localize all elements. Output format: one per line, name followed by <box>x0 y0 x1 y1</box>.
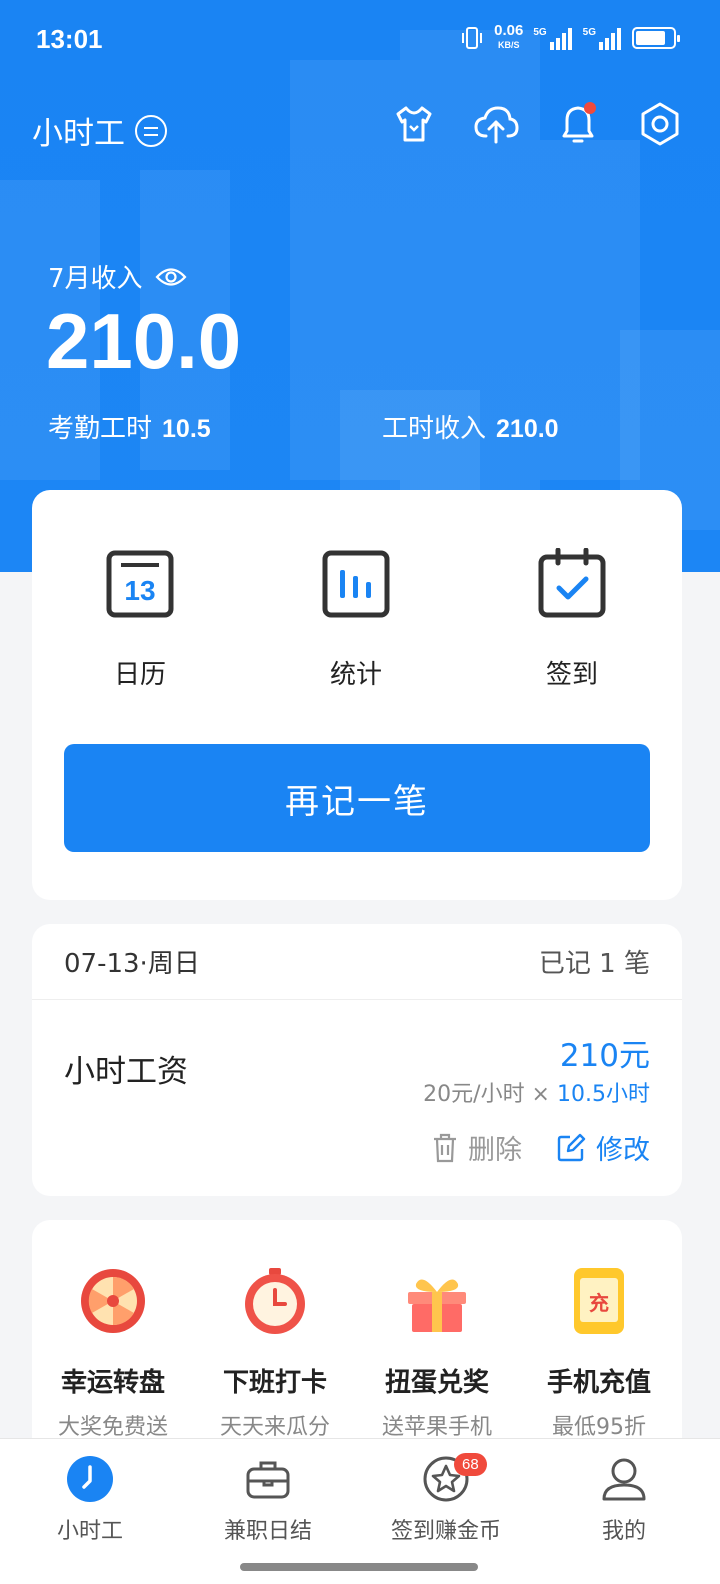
promo-subtitle: 大奖免费送 <box>57 1415 168 1440</box>
promo-title: 下班打卡 <box>222 1368 327 1398</box>
calendar-icon: 13 <box>106 550 174 618</box>
tab-label: 兼职日结 <box>223 1519 312 1544</box>
trash-icon <box>434 1133 456 1162</box>
month-income-label: 7月收入 <box>48 264 143 294</box>
promo-capsule[interactable]: 扭蛋兑奖 送苹果手机 <box>362 1266 512 1441</box>
tab-part-time[interactable]: 兼职日结 <box>178 1455 358 1545</box>
calendar-day: 13 <box>124 575 155 606</box>
edit-button[interactable]: 修改 <box>556 1128 650 1167</box>
delete-label: 删除 <box>468 1135 522 1166</box>
coin-badge: 68 <box>454 1453 487 1476</box>
promo-title: 扭蛋兑奖 <box>384 1368 489 1398</box>
promo-title: 幸运转盘 <box>60 1368 165 1398</box>
attendance-label: 考勤工时 <box>48 414 153 444</box>
briefcase-icon <box>246 1461 290 1499</box>
vibrate-icon <box>462 27 483 49</box>
tab-hourly-work[interactable]: 小时工 <box>0 1455 180 1545</box>
top-actions <box>390 100 684 148</box>
bar-chart-icon <box>322 550 390 618</box>
checkin-button[interactable]: 签到 <box>492 547 652 691</box>
status-icons: 0.06 KB/S 5G 5G <box>460 22 680 52</box>
signal-icon <box>549 27 572 50</box>
hour-income-value: 210.0 <box>496 415 559 443</box>
record-date: 07-13·周日 <box>64 949 200 979</box>
battery-icon <box>632 27 680 49</box>
calendar-button[interactable]: 13 日历 <box>60 548 220 691</box>
clock-icon <box>67 1456 113 1502</box>
delete-button[interactable]: 删除 <box>432 1128 522 1167</box>
gear-icon <box>641 102 679 146</box>
network-speed: 0.06 KB/S <box>494 22 524 52</box>
entry-name: 小时工资 <box>64 1054 188 1090</box>
promo-subtitle: 送苹果手机 <box>381 1415 492 1440</box>
entry-operations: 删除 修改 <box>432 1128 650 1167</box>
gift-icon <box>408 1279 466 1332</box>
app-switcher[interactable]: 小时工 <box>32 108 167 153</box>
signal-sim2: 5G <box>583 27 622 50</box>
promo-subtitle: 最低95折 <box>552 1415 646 1440</box>
stopwatch-icon <box>245 1268 305 1334</box>
promo-recharge[interactable]: 充 手机充值 最低95折 <box>524 1266 674 1441</box>
worked-hours: 10.5小时 <box>557 1082 650 1107</box>
month-income-amount: 210.0 <box>46 297 242 385</box>
entry-amount: 210元 <box>559 1038 650 1074</box>
skin-button[interactable] <box>390 100 438 148</box>
promo-subtitle: 天天来瓜分 <box>219 1415 330 1440</box>
statistics-label: 统计 <box>329 660 382 690</box>
calendar-label: 日历 <box>113 660 166 690</box>
promo-title: 手机充值 <box>546 1368 651 1398</box>
day-header: 07-13·周日 已记 1 笔 <box>32 924 682 1000</box>
attendance-hours: 考勤工时 10.5 <box>48 408 211 445</box>
app-title: 小时工 <box>32 116 125 152</box>
edit-icon <box>557 1133 586 1161</box>
tab-label: 小时工 <box>56 1519 123 1544</box>
calendar-check-icon <box>538 547 606 618</box>
home-indicator[interactable] <box>240 1563 478 1571</box>
attendance-value: 10.5 <box>162 415 211 443</box>
cloud-upload-icon <box>474 106 519 144</box>
hour-income-label: 工时收入 <box>382 414 487 444</box>
signal-icon <box>599 27 621 50</box>
quick-actions-card: 13 日历 统计 签到 再记一笔 <box>32 490 682 900</box>
user-icon <box>602 1458 646 1501</box>
edit-label: 修改 <box>596 1135 650 1166</box>
status-bar: 13:01 0.06 KB/S 5G 5G <box>0 0 720 80</box>
phone-recharge-icon: 充 <box>574 1268 624 1334</box>
checkin-label: 签到 <box>545 660 598 690</box>
cloud-sync-button[interactable] <box>472 100 520 148</box>
statistics-button[interactable]: 统计 <box>276 548 436 691</box>
day-record-card: 07-13·周日 已记 1 笔 小时工资 210元 20元/小时 × 10.5小… <box>32 924 682 1196</box>
tab-label: 签到赚金币 <box>390 1519 501 1544</box>
tab-checkin-coins[interactable]: 68 签到赚金币 <box>356 1453 536 1545</box>
tab-label: 我的 <box>601 1519 646 1544</box>
sim2-label: 5G <box>582 26 596 38</box>
promo-clock-out[interactable]: 下班打卡 天天来瓜分 <box>200 1266 350 1441</box>
notification-button[interactable] <box>554 100 602 148</box>
net-speed-unit: KB/S <box>497 40 520 50</box>
record-again-button[interactable]: 再记一笔 <box>64 744 650 852</box>
wheel-icon <box>81 1269 145 1333</box>
signal-sim1: 5G <box>533 27 572 50</box>
sim1-label: 5G <box>533 26 547 38</box>
entry-formula: 20元/小时 × 10.5小时 <box>423 1076 650 1108</box>
income-toggle[interactable]: 7月收入 <box>48 258 187 295</box>
settings-button[interactable] <box>636 100 684 148</box>
tshirt-icon <box>396 106 432 142</box>
recharge-glyph: 充 <box>589 1291 609 1315</box>
hourly-rate: 20元/小时 × <box>423 1082 550 1107</box>
status-time: 13:01 <box>36 24 103 54</box>
hour-income: 工时收入 210.0 <box>382 408 559 445</box>
net-speed-value: 0.06 <box>494 22 524 39</box>
promo-lucky-wheel[interactable]: 幸运转盘 大奖免费送 <box>38 1266 188 1441</box>
eye-icon <box>155 267 187 286</box>
tab-profile[interactable]: 我的 <box>534 1455 714 1545</box>
swap-icon <box>135 114 167 147</box>
bell-icon <box>562 102 596 143</box>
record-count: 已记 1 笔 <box>538 949 650 979</box>
